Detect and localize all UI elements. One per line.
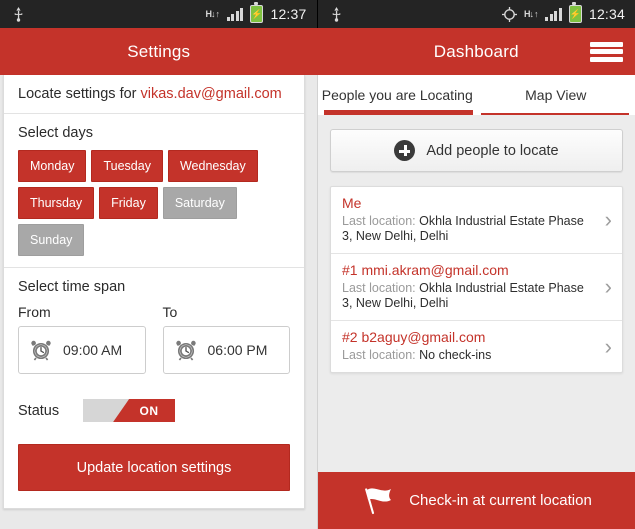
panes: Locate settings for vikas.dav@gmail.com …	[0, 75, 635, 529]
locate-settings-header: Locate settings for vikas.dav@gmail.com	[18, 86, 290, 102]
person-location: Last location: Okhla Industrial Estate P…	[342, 214, 592, 244]
tab-people-you-are-locating[interactable]: People you are Locating	[318, 75, 477, 115]
from-time-value: 09:00 AM	[63, 342, 123, 358]
status-bar-right-icons	[318, 6, 343, 22]
status-toggle-row: Status ON	[4, 385, 304, 428]
chevron-right-icon[interactable]: ›	[605, 335, 612, 358]
last-location-label: Last location:	[342, 348, 420, 362]
usb-icon	[332, 6, 340, 22]
last-location-label: Last location:	[342, 214, 420, 228]
to-time-group: To 06:00 PM	[162, 304, 290, 374]
to-time-input[interactable]: 06:00 PM	[162, 326, 290, 374]
last-location-value: No check-ins	[419, 348, 492, 362]
settings-card: Locate settings for vikas.dav@gmail.com …	[3, 75, 305, 509]
status-bar-clock-left: 12:37	[270, 6, 307, 22]
status-bar-right-indicators: H ↓↑ ⚡ 12:34	[501, 2, 635, 23]
person-name: Me	[342, 195, 362, 211]
check-in-at-current-location-button[interactable]: Check-in at current location	[318, 472, 635, 529]
plus-circle-icon	[394, 140, 416, 161]
add-people-button-label: Add people to locate	[426, 142, 559, 159]
status-bar-left-icons	[0, 6, 25, 22]
select-time-span-label: Select time span	[18, 279, 126, 295]
day-button-thursday[interactable]: Thursday	[18, 187, 95, 219]
add-people-to-locate-button[interactable]: Add people to locate	[330, 129, 623, 172]
battery-charging-icon: ⚡	[568, 2, 582, 23]
list-item[interactable]: Me Last location: Okhla Industrial Estat…	[331, 187, 622, 254]
day-button-tuesday[interactable]: Tuesday	[91, 150, 163, 182]
dashboard-tabs: People you are Locating Map View	[318, 75, 635, 115]
network-arrows: ↓↑	[210, 8, 220, 19]
flag-icon	[365, 487, 392, 514]
status-bar-right: H ↓↑ ⚡ 12:34	[317, 0, 635, 28]
settings-pane: Locate settings for vikas.dav@gmail.com …	[0, 75, 317, 529]
locate-settings-header-row: Locate settings for vikas.dav@gmail.com	[4, 75, 304, 114]
network-type-icon: H ↓↑	[205, 8, 220, 19]
status-bar-row: H ↓↑ ⚡ 12:37 H ↓↑ ⚡ 12:34	[0, 0, 635, 28]
app-screen: H ↓↑ ⚡ 12:37 H ↓↑ ⚡ 12:34 Settings Dashb…	[0, 0, 635, 529]
check-in-button-label: Check-in at current location	[409, 492, 592, 509]
person-name: #2 b2aguy@gmail.com	[342, 329, 486, 345]
tab-map-view[interactable]: Map View	[477, 75, 635, 115]
status-toggle[interactable]: ON	[83, 399, 176, 422]
day-button-sunday[interactable]: Sunday	[18, 224, 85, 256]
from-label: From	[18, 304, 51, 320]
app-bar-settings: Settings	[0, 28, 318, 75]
network-arrows: ↓↑	[529, 8, 539, 19]
list-item[interactable]: #1 mmi.akram@gmail.com Last location: Ok…	[331, 254, 622, 321]
day-buttons-grid: Monday Tuesday Wednesday Thursday Friday…	[18, 150, 290, 256]
dashboard-pane: People you are Locating Map View Add peo…	[317, 75, 635, 529]
status-toggle-knob: ON	[113, 399, 176, 422]
gps-crosshair-icon	[501, 6, 517, 22]
status-label: Status	[18, 402, 60, 419]
from-time-input[interactable]: 09:00 AM	[18, 326, 146, 374]
app-bar-row: Settings Dashboard	[0, 28, 635, 75]
time-span-section: Select time span From 09:00 AM To 06:00 …	[4, 268, 304, 385]
update-location-settings-button[interactable]: Update location settings	[18, 444, 290, 491]
locate-settings-prefix: Locate settings for	[18, 86, 141, 102]
time-span-fields: From 09:00 AM To 06:00 PM	[18, 304, 290, 374]
people-list: Me Last location: Okhla Industrial Estat…	[330, 186, 623, 373]
status-bar-clock-right: 12:34	[588, 6, 625, 22]
from-time-group: From 09:00 AM	[18, 304, 146, 374]
status-toggle-value: ON	[139, 403, 159, 418]
alarm-clock-icon	[31, 340, 51, 361]
status-bar-left: H ↓↑ ⚡ 12:37	[0, 0, 318, 28]
page-title-settings: Settings	[127, 41, 191, 61]
usb-icon	[14, 6, 23, 22]
select-days-label: Select days	[18, 125, 93, 141]
page-title-dashboard: Dashboard	[433, 41, 519, 61]
signal-bars-icon	[545, 7, 562, 21]
update-button-label: Update location settings	[76, 459, 232, 476]
to-label: To	[162, 304, 178, 320]
battery-charging-icon: ⚡	[250, 2, 264, 23]
day-button-wednesday[interactable]: Wednesday	[167, 150, 258, 182]
chevron-right-icon[interactable]: ›	[605, 209, 612, 231]
status-bar-left-indicators: H ↓↑ ⚡ 12:37	[205, 2, 316, 23]
last-location-label: Last location:	[342, 281, 420, 295]
app-bar-dashboard: Dashboard	[317, 28, 635, 75]
person-name: #1 mmi.akram@gmail.com	[342, 262, 509, 278]
person-location: Last location: Okhla Industrial Estate P…	[342, 281, 592, 311]
to-time-value: 06:00 PM	[207, 342, 268, 358]
day-button-friday[interactable]: Friday	[99, 187, 158, 219]
day-button-saturday[interactable]: Saturday	[162, 187, 237, 219]
list-item[interactable]: #2 b2aguy@gmail.com Last location: No ch…	[331, 321, 622, 372]
select-days-section: Select days Monday Tuesday Wednesday Thu…	[4, 114, 304, 268]
signal-bars-icon	[226, 7, 244, 21]
hamburger-menu-icon[interactable]	[590, 40, 623, 64]
network-type-icon: H ↓↑	[524, 8, 539, 19]
day-button-monday[interactable]: Monday	[18, 150, 87, 182]
chevron-right-icon[interactable]: ›	[605, 276, 612, 298]
alarm-clock-icon	[175, 340, 196, 361]
person-location: Last location: No check-ins	[342, 348, 592, 363]
account-email: vikas.dav@gmail.com	[140, 86, 282, 102]
